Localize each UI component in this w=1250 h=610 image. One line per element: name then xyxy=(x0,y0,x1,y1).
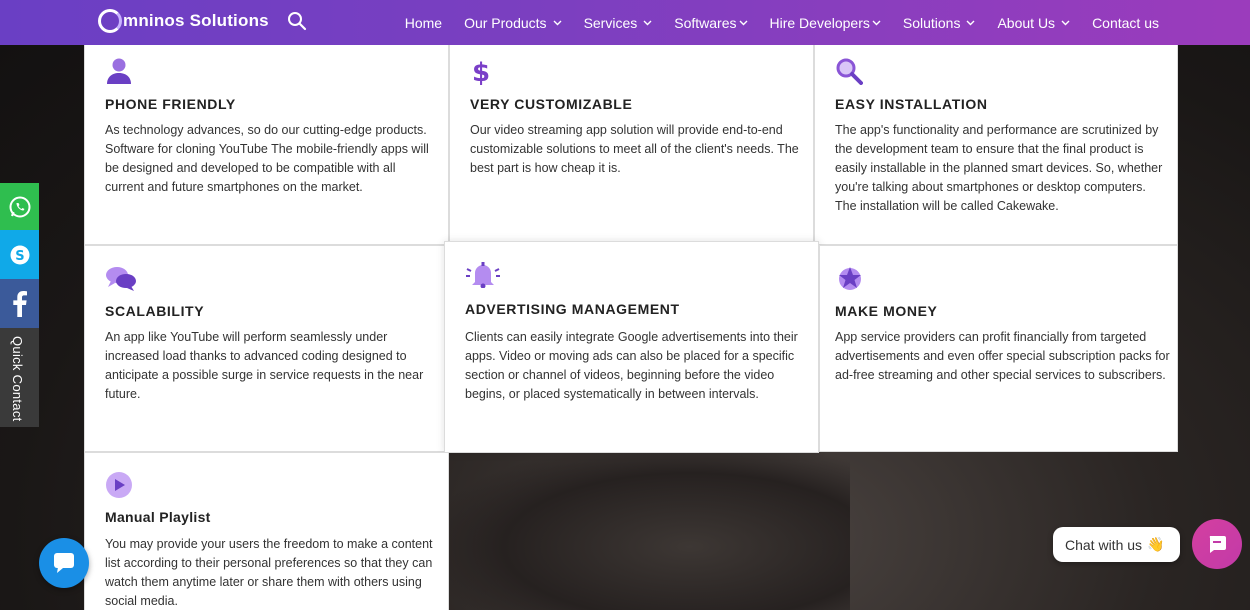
feature-description: An app like YouTube will perform seamles… xyxy=(105,330,424,401)
facebook-button[interactable] xyxy=(0,279,39,328)
dollar-icon: $ xyxy=(472,58,490,85)
svg-text:$: $ xyxy=(472,58,490,85)
feature-card-easy-installation: EASY INSTALLATION The app's functionalit… xyxy=(814,45,1178,245)
feature-title: ADVERTISING MANAGEMENT xyxy=(465,301,680,317)
nav-label: Our Products xyxy=(464,14,547,31)
chat-label: Chat with us xyxy=(1065,536,1143,553)
search-icon[interactable] xyxy=(287,11,309,33)
feature-card-phone-friendly: PHONE FRIENDLY As technology advances, s… xyxy=(84,45,449,245)
star-icon xyxy=(839,267,861,290)
nav-label: Softwares xyxy=(674,14,737,31)
skype-button[interactable]: S xyxy=(0,230,39,279)
logo-text: mninos Solutions xyxy=(123,11,269,30)
nav-item-hire-developers[interactable]: Hire Developers xyxy=(770,15,881,31)
chevron-down-icon xyxy=(643,20,652,25)
feature-card-advertising-management: ADVERTISING MANAGEMENT Clients can easil… xyxy=(444,241,819,453)
main-menu: Home Our Products Services Softwares Hir… xyxy=(405,0,1159,45)
feature-card-scalability: SCALABILITY An app like YouTube will per… xyxy=(84,245,449,452)
nav-item-about-us[interactable]: About Us xyxy=(997,15,1070,31)
bell-icon xyxy=(466,262,500,288)
quick-contact-label: Quick Contact xyxy=(10,336,25,422)
brand-logo[interactable]: mninos Solutions xyxy=(98,9,269,33)
background-photo xyxy=(450,452,850,610)
message-icon xyxy=(1209,536,1226,553)
feature-description: You may provide your users the freedom t… xyxy=(105,537,433,608)
play-icon xyxy=(106,472,132,498)
nav-label: Home xyxy=(404,14,443,31)
search-icon xyxy=(836,58,863,85)
facebook-icon xyxy=(12,290,27,317)
chat-with-us-prompt[interactable]: Chat with us 👋 xyxy=(1053,527,1180,562)
feature-card-manual-playlist: Manual Playlist You may provide your use… xyxy=(84,452,449,610)
nav-label: Solutions xyxy=(902,14,961,31)
nav-item-softwares[interactable]: Softwares xyxy=(674,15,747,31)
feature-title: Manual Playlist xyxy=(105,509,211,525)
nav-item-solutions[interactable]: Solutions xyxy=(903,15,976,31)
feature-title: EASY INSTALLATION xyxy=(835,96,988,112)
svg-text:S: S xyxy=(15,249,24,264)
nav-item-our-products[interactable]: Our Products xyxy=(464,14,562,31)
nav-item-services[interactable]: Services xyxy=(584,15,653,31)
feature-title: SCALABILITY xyxy=(105,303,205,319)
whatsapp-icon xyxy=(9,196,30,217)
feature-description: App service providers can profit financi… xyxy=(835,330,1170,382)
skype-icon: S xyxy=(10,245,29,264)
logo-ring-icon xyxy=(98,9,122,33)
chevron-down-icon xyxy=(553,20,562,25)
feature-description: Clients can easily integrate Google adve… xyxy=(465,330,798,401)
feature-card-very-customizable: $ VERY CUSTOMIZABLE Our video streaming … xyxy=(449,45,814,245)
whatsapp-button[interactable] xyxy=(0,183,39,230)
chevron-down-icon xyxy=(1061,20,1070,25)
feature-title: PHONE FRIENDLY xyxy=(105,96,236,112)
nav-item-home[interactable]: Home xyxy=(405,15,442,31)
top-navbar: mninos Solutions Home Our Products Servi… xyxy=(0,0,1250,45)
chevron-down-icon xyxy=(739,20,747,25)
live-chat-button[interactable] xyxy=(39,538,89,588)
nav-label: About Us xyxy=(997,14,1056,31)
user-icon xyxy=(107,58,131,84)
nav-label: Contact us xyxy=(1092,14,1159,31)
nav-label: Hire Developers xyxy=(769,14,870,31)
chat-bubble-icon xyxy=(54,553,74,573)
chevron-down-icon xyxy=(966,20,975,25)
feature-description: Our video streaming app solution will pr… xyxy=(470,123,799,175)
chevron-down-icon xyxy=(872,20,881,25)
nav-label: Services xyxy=(583,14,638,31)
feature-title: MAKE MONEY xyxy=(835,303,938,319)
wave-emoji-icon: 👋 xyxy=(1147,536,1165,552)
feature-card-make-money: MAKE MONEY App service providers can pro… xyxy=(819,245,1178,452)
feature-title: VERY CUSTOMIZABLE xyxy=(470,96,633,112)
nav-item-contact-us[interactable]: Contact us xyxy=(1092,15,1159,31)
chat-bubbles-icon xyxy=(106,267,136,291)
quick-contact-tab[interactable]: Quick Contact xyxy=(0,328,39,427)
chat-launcher-button[interactable] xyxy=(1192,519,1242,569)
feature-description: As technology advances, so do our cuttin… xyxy=(105,123,429,194)
feature-description: The app's functionality and performance … xyxy=(835,123,1163,213)
